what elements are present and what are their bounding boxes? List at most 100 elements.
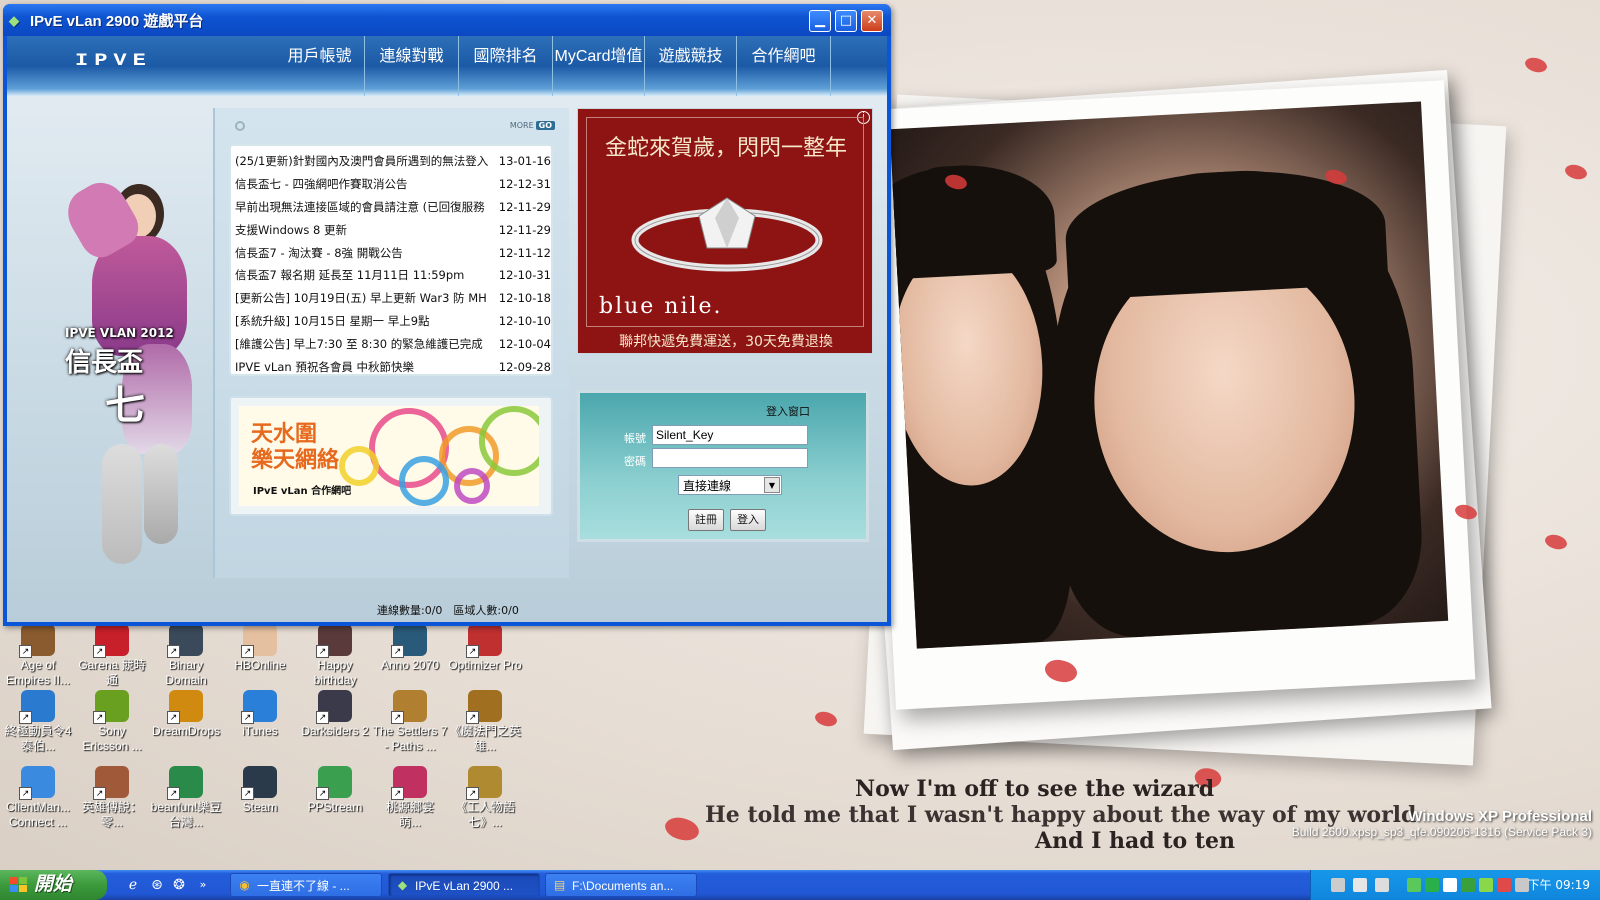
media-player-icon[interactable]: ⊛	[148, 876, 166, 894]
news-item-title[interactable]: [更新公告] 10月19日(五) 早上更新 War3 防 MH	[235, 290, 491, 306]
desktop-shortcut[interactable]: 終極動員令4 泰伯...	[0, 690, 76, 754]
garena-icon	[93, 624, 129, 658]
ipve-window[interactable]: ◆ IPvE vLan 2900 遊戲平台 ▁ □ ✕ IPVE 用戶帳號 連線…	[3, 4, 891, 626]
desktop-shortcut-label: 《魔法門之英雄...	[448, 724, 521, 753]
tray-signal-icon[interactable]	[1461, 878, 1475, 892]
news-item[interactable]: 早前出現無法連接區域的會員請注意 (已回復服務 12-11-29	[231, 196, 551, 219]
ie-icon[interactable]: ℯ	[124, 876, 142, 894]
taskbar-task-button[interactable]: ◉ 一直連不了線 - ...	[230, 873, 382, 897]
tray-pen-icon[interactable]	[1353, 878, 1367, 892]
window-titlebar[interactable]: ◆ IPvE vLan 2900 遊戲平台	[3, 4, 891, 36]
desktop-shortcut[interactable]: Happy birthday	[297, 624, 373, 688]
command-conquer-icon	[19, 690, 55, 724]
news-item[interactable]: IPVE vLan 預祝各會員 中秋節快樂 12-09-28	[231, 355, 551, 378]
ad-frame: 金蛇來賀歲，閃閃一整年 blue nile.	[586, 117, 864, 327]
dropdown-arrow-icon[interactable]: ▼	[764, 477, 780, 493]
nav-user-account[interactable]: 用戶帳號	[275, 36, 365, 96]
window-client-area: IPVE 用戶帳號 連線對戰 國際排名 MyCard增值 遊戲競技 合作網吧 I…	[7, 36, 887, 622]
register-button[interactable]: 註冊	[688, 509, 724, 531]
news-item[interactable]: [系統升級] 10月15日 星期一 早上9點 12-10-10	[231, 310, 551, 333]
news-item-date: 12-11-12	[498, 245, 551, 260]
desktop-shortcut[interactable]: 《魔法門之英雄...	[447, 690, 523, 754]
news-item-title[interactable]: 信長盃七 - 四強網吧作賽取消公告	[235, 176, 491, 192]
news-item-title[interactable]: [維護公告] 早上7:30 至 8:30 的緊急維護已完成	[235, 336, 491, 352]
news-item[interactable]: [更新公告] 10月19日(五) 早上更新 War3 防 MH 12-10-18	[231, 287, 551, 310]
partner-cafe-banner[interactable]: 天水圍 樂天網絡 IPvE vLan 合作網吧	[229, 396, 553, 516]
news-go-button[interactable]: GO	[535, 121, 555, 130]
news-item[interactable]: 信長盃七 - 四強網吧作賽取消公告 12-12-31	[231, 173, 551, 196]
tray-keyboard-icon[interactable]	[1331, 878, 1345, 892]
desktop-shortcut[interactable]: Darksiders 2	[297, 690, 373, 739]
tournament-subtitle: IPVE VLAN 2012	[65, 326, 174, 340]
tray-input-icon[interactable]	[1375, 878, 1389, 892]
desktop-shortcut[interactable]: Optimizer Pro	[447, 624, 523, 673]
news-item-title[interactable]: (25/1更新)針對國內及澳門會員所遇到的無法登入	[235, 153, 491, 169]
desktop-shortcut[interactable]: DreamDrops	[148, 690, 224, 739]
quicklaunch-more-icon[interactable]: »	[194, 876, 212, 894]
quicklaunch-app-icon[interactable]: ❂	[170, 876, 188, 894]
news-item-title[interactable]: 信長盃7 - 淘汰賽 - 8強 開戰公告	[235, 245, 491, 261]
nav-game-competition[interactable]: 遊戲競技	[645, 36, 737, 96]
news-item[interactable]: 信長盃7 - 淘汰賽 - 8強 開戰公告 12-11-12	[231, 241, 551, 264]
desktop-shortcut[interactable]: Anno 2070	[372, 624, 448, 673]
desktop-shortcut[interactable]: Age of Empires II...	[0, 624, 76, 688]
tray-monitor-icon[interactable]	[1443, 878, 1457, 892]
desktop-shortcut[interactable]: Garena 競時通	[74, 624, 150, 688]
news-item[interactable]: [維護公告] 早上7:30 至 8:30 的緊急維護已完成 12-10-04	[231, 332, 551, 355]
desktop-shortcut[interactable]: PPStream	[297, 766, 373, 815]
desktop-shortcut-label: Anno 2070	[380, 658, 440, 672]
news-item[interactable]: (25/1更新)針對國內及澳門會員所遇到的無法登入 13-01-16	[231, 150, 551, 173]
news-item-title[interactable]: IPVE vLan 預祝各會員 中秋節快樂	[235, 359, 491, 375]
advertisement[interactable]: i 金蛇來賀歲，閃閃一整年 blue nile. 聯邦快遞免費運送，30天免費退…	[577, 108, 873, 354]
ipve-icon: ◆	[397, 878, 408, 892]
desktop-shortcut[interactable]: 桃源鄉宴 萌...	[372, 766, 448, 830]
tournament-number: 七	[105, 383, 145, 429]
tray-network-icon[interactable]	[1425, 878, 1439, 892]
taskbar-task-button[interactable]: ▤ F:\Documents an...	[545, 873, 697, 897]
desktop-shortcut[interactable]: iTunes	[222, 690, 298, 739]
tray-security-icon[interactable]	[1497, 878, 1511, 892]
desktop-shortcut[interactable]: The Settlers 7 - Paths ...	[372, 690, 448, 754]
connection-mode-select[interactable]: 直接連線 ▼	[678, 475, 782, 495]
desktop-shortcut[interactable]: Steam	[222, 766, 298, 815]
tournament-caption: IPVE VLAN 2012 信長盃 七	[65, 326, 174, 431]
maximize-button[interactable]: □	[835, 10, 857, 32]
os-watermark: Windows XP Professional Build 2600.xpsp_…	[1292, 808, 1592, 839]
taskbar-task-label: 一直連不了線 - ...	[257, 879, 350, 893]
partner-banner-image[interactable]: 天水圍 樂天網絡 IPvE vLan 合作網吧	[239, 406, 539, 506]
password-input[interactable]	[652, 448, 808, 468]
desktop-shortcut[interactable]: 英雄傳說：零...	[74, 766, 150, 830]
taskbar-clock[interactable]: 下午 09:19	[1528, 870, 1590, 900]
tray-battery-icon[interactable]	[1479, 878, 1493, 892]
nav-online-battle[interactable]: 連線對戰	[365, 36, 459, 96]
taskbar-task-button[interactable]: ◆ IPvE vLan 2900 ...	[388, 873, 540, 897]
login-button[interactable]: 登入	[730, 509, 766, 531]
start-button[interactable]: 開始	[0, 870, 107, 900]
minimize-icon: ▁	[815, 13, 825, 28]
news-item-title[interactable]: [系統升級] 10月15日 星期一 早上9點	[235, 313, 491, 329]
news-item[interactable]: 支援Windows 8 更新 12-11-29	[231, 218, 551, 241]
password-label: 密碼	[624, 455, 646, 468]
desktop-shortcut[interactable]: 《工人物語七》...	[447, 766, 523, 830]
desktop-shortcut[interactable]: beanfun!樂豆台灣...	[148, 766, 224, 830]
minimize-button[interactable]: ▁	[809, 10, 831, 32]
login-title: 登入窗口	[766, 405, 810, 418]
desktop-shortcut[interactable]: ClientMan... Connect ...	[0, 766, 76, 830]
nav-international-ranking[interactable]: 國際排名	[459, 36, 553, 96]
tray-ipve-icon[interactable]	[1407, 878, 1421, 892]
news-item-title[interactable]: 信長盃7 報名期 延長至 11月11日 11:59pm	[235, 267, 491, 283]
desktop-shortcut-label: Sony Ericsson ...	[82, 724, 142, 753]
desktop-shortcut[interactable]: HBOnline	[222, 624, 298, 673]
close-button[interactable]: ✕	[861, 10, 883, 32]
os-name: Windows XP Professional	[1408, 808, 1592, 825]
desktop-shortcut[interactable]: Binary Domain	[148, 624, 224, 688]
account-input[interactable]	[652, 425, 808, 445]
desktop-shortcut[interactable]: Sony Ericsson ...	[74, 690, 150, 754]
news-item-title[interactable]: 早前出現無法連接區域的會員請注意 (已回復服務	[235, 199, 491, 215]
news-more-link[interactable]: MORE GO	[510, 121, 555, 130]
news-bullet-icon	[235, 121, 245, 131]
news-item[interactable]: 信長盃7 報名期 延長至 11月11日 11:59pm 12-10-31	[231, 264, 551, 287]
nav-mycard-topup[interactable]: MyCard增值	[553, 36, 645, 96]
news-item-title[interactable]: 支援Windows 8 更新	[235, 222, 491, 238]
nav-partner-cafes[interactable]: 合作網吧	[737, 36, 831, 96]
